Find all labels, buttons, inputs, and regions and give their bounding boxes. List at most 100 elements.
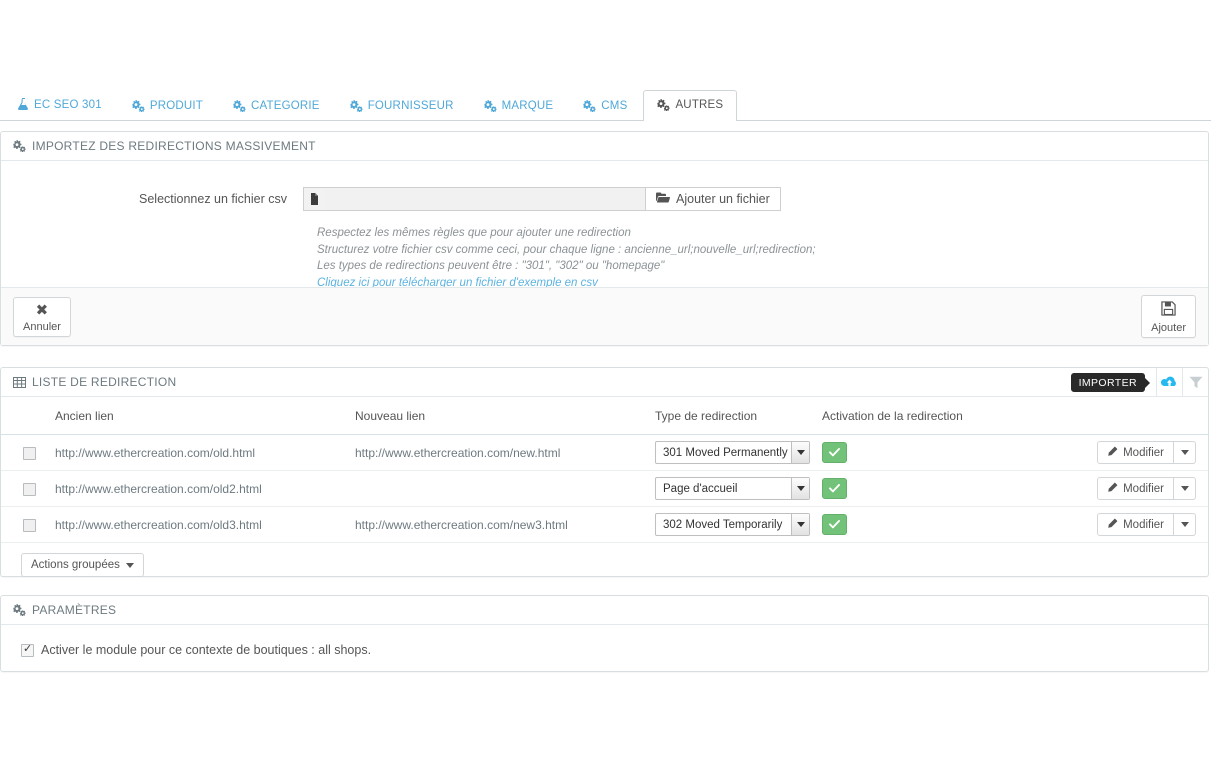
tab-label: AUTRES — [675, 99, 724, 111]
bulk-actions-label: Actions groupées — [31, 559, 120, 571]
tab-label: CMS — [601, 100, 628, 112]
help-line: Structurez votre fichier csv comme ceci,… — [317, 243, 816, 256]
table-icon — [13, 376, 26, 388]
add-file-button[interactable]: Ajouter un fichier — [645, 187, 781, 211]
row-type-cell: 302 Moved Temporarily — [649, 506, 816, 543]
panel-title: IMPORTEZ DES REDIRECTIONS MASSIVEMENT — [32, 139, 316, 153]
row-checkbox[interactable] — [23, 518, 36, 532]
list-panel-footer: Actions groupées — [1, 543, 1208, 589]
table-row: http://www.ethercreation.com/old2.html P… — [1, 470, 1208, 507]
row-old-link: http://www.ethercreation.com/old3.html — [49, 506, 349, 543]
chevron-down-icon — [791, 514, 809, 535]
gears-icon — [132, 100, 145, 112]
row-action-group: Modifier — [1097, 477, 1196, 500]
help-line: Respectez les mêmes règles que pour ajou… — [317, 227, 631, 239]
tab-produit[interactable]: PRODUIT — [118, 91, 217, 121]
edit-button[interactable]: Modifier — [1097, 477, 1174, 500]
pencil-icon — [1107, 518, 1118, 532]
tab-autres[interactable]: AUTRES — [643, 90, 738, 121]
row-action-group: Modifier — [1097, 441, 1196, 464]
gears-icon — [583, 100, 596, 112]
enable-module-checkbox[interactable] — [21, 642, 34, 657]
file-icon — [303, 187, 325, 211]
row-actions-cell: Modifier — [1076, 434, 1208, 471]
enable-module-label: Activer le module pour ce contexte de bo… — [41, 643, 372, 657]
row-checkbox[interactable] — [23, 482, 36, 496]
cloud-upload-icon[interactable] — [1156, 368, 1182, 397]
save-button-label: Ajouter — [1151, 322, 1186, 334]
redirect-type-value: 302 Moved Temporarily — [663, 518, 783, 531]
floppy-disk-icon — [1161, 301, 1176, 319]
importer-tooltip: IMPORTER — [1070, 373, 1151, 392]
activation-toggle[interactable] — [822, 478, 847, 499]
edit-dropdown-toggle[interactable] — [1174, 477, 1196, 500]
tab-ec-seo-301[interactable]: EC SEO 301 — [4, 89, 116, 121]
table-row: http://www.ethercreation.com/old3.html h… — [1, 506, 1208, 543]
row-activation-cell — [816, 506, 1076, 543]
row-new-link: http://www.ethercreation.com/new3.html — [349, 506, 649, 543]
edit-button-label: Modifier — [1123, 518, 1164, 531]
row-old-link: http://www.ethercreation.com/old.html — [49, 434, 349, 471]
tab-categorie[interactable]: CATEGORIE — [219, 91, 334, 121]
bulk-actions-button[interactable]: Actions groupées — [21, 553, 144, 577]
gears-icon — [657, 99, 671, 111]
redirect-type-value: 301 Moved Permanently — [663, 446, 788, 459]
settings-panel-header: PARAMÈTRES — [1, 596, 1208, 625]
table-header: Ancien lien Nouveau lien Type de redirec… — [1, 397, 1208, 435]
pencil-icon — [1107, 482, 1118, 496]
page-root: EC SEO 301 PRODUIT CATEGORIE FOURNISSEUR — [0, 0, 1220, 780]
row-checkbox[interactable] — [23, 446, 36, 460]
cancel-button[interactable]: ✖ Annuler — [13, 296, 71, 337]
tab-label: FOURNISSEUR — [367, 100, 454, 112]
tab-fournisseur[interactable]: FOURNISSEUR — [336, 91, 468, 121]
row-action-group: Modifier — [1097, 513, 1196, 536]
import-panel: IMPORTEZ DES REDIRECTIONS MASSIVEMENT Se… — [0, 131, 1209, 346]
tab-marque[interactable]: MARQUE — [470, 91, 568, 121]
edit-dropdown-toggle[interactable] — [1174, 441, 1196, 464]
activation-toggle[interactable] — [822, 514, 847, 535]
edit-button[interactable]: Modifier — [1097, 513, 1174, 536]
column-nouveau-lien: Nouveau lien — [349, 397, 649, 435]
save-button[interactable]: Ajouter — [1141, 295, 1196, 338]
list-header-tools: IMPORTER — [1070, 368, 1208, 397]
column-actions — [1076, 397, 1208, 435]
close-icon: ✖ — [35, 301, 49, 319]
help-line: Les types de redirections peuvent être :… — [317, 260, 665, 272]
file-path-input[interactable] — [325, 187, 645, 211]
file-input-group: Ajouter un fichier — [303, 187, 781, 211]
activation-toggle[interactable] — [822, 442, 847, 463]
gears-icon — [13, 140, 26, 152]
edit-button-label: Modifier — [1123, 446, 1164, 459]
funnel-icon[interactable] — [1182, 368, 1208, 397]
settings-panel-body: Activer le module pour ce contexte de bo… — [1, 625, 1208, 657]
redirect-type-value: Page d'accueil — [663, 482, 738, 495]
gears-icon — [349, 100, 363, 112]
tab-label: CATEGORIE — [251, 100, 320, 112]
table-body: http://www.ethercreation.com/old.html ht… — [1, 434, 1208, 543]
edit-button[interactable]: Modifier — [1097, 441, 1174, 464]
file-input-label: Selectionnez un fichier csv — [139, 192, 287, 206]
pencil-icon — [1107, 446, 1118, 460]
column-type-redirection: Type de redirection — [649, 397, 816, 435]
redirect-type-select[interactable]: Page d'accueil — [655, 477, 810, 500]
file-upload-row: Selectionnez un fichier csv Ajouter un f… — [1, 161, 1208, 211]
import-panel-footer: ✖ Annuler Ajouter — [1, 287, 1208, 345]
panel-title: LISTE DE REDIRECTION — [32, 375, 177, 389]
edit-dropdown-toggle[interactable] — [1174, 513, 1196, 536]
column-select — [1, 397, 49, 435]
redirect-type-select[interactable]: 302 Moved Temporarily — [655, 513, 810, 536]
row-new-link: http://www.ethercreation.com/new.html — [349, 434, 649, 471]
tab-cms[interactable]: CMS — [569, 91, 641, 121]
tab-label: EC SEO 301 — [34, 99, 102, 111]
gears-icon — [13, 604, 26, 616]
row-type-cell: Page d'accueil — [649, 470, 816, 507]
redirect-type-select[interactable]: 301 Moved Permanently — [655, 441, 810, 464]
import-panel-header: IMPORTEZ DES REDIRECTIONS MASSIVEMENT — [1, 132, 1208, 161]
table-row: http://www.ethercreation.com/old.html ht… — [1, 434, 1208, 471]
redirection-table: Ancien lien Nouveau lien Type de redirec… — [1, 397, 1208, 543]
folder-open-icon — [656, 192, 671, 206]
flask-icon — [18, 98, 29, 112]
chevron-down-icon — [125, 562, 134, 568]
chevron-down-icon — [791, 442, 809, 463]
redirection-list-panel: LISTE DE REDIRECTION IMPORTER Ancien lie… — [0, 367, 1209, 577]
